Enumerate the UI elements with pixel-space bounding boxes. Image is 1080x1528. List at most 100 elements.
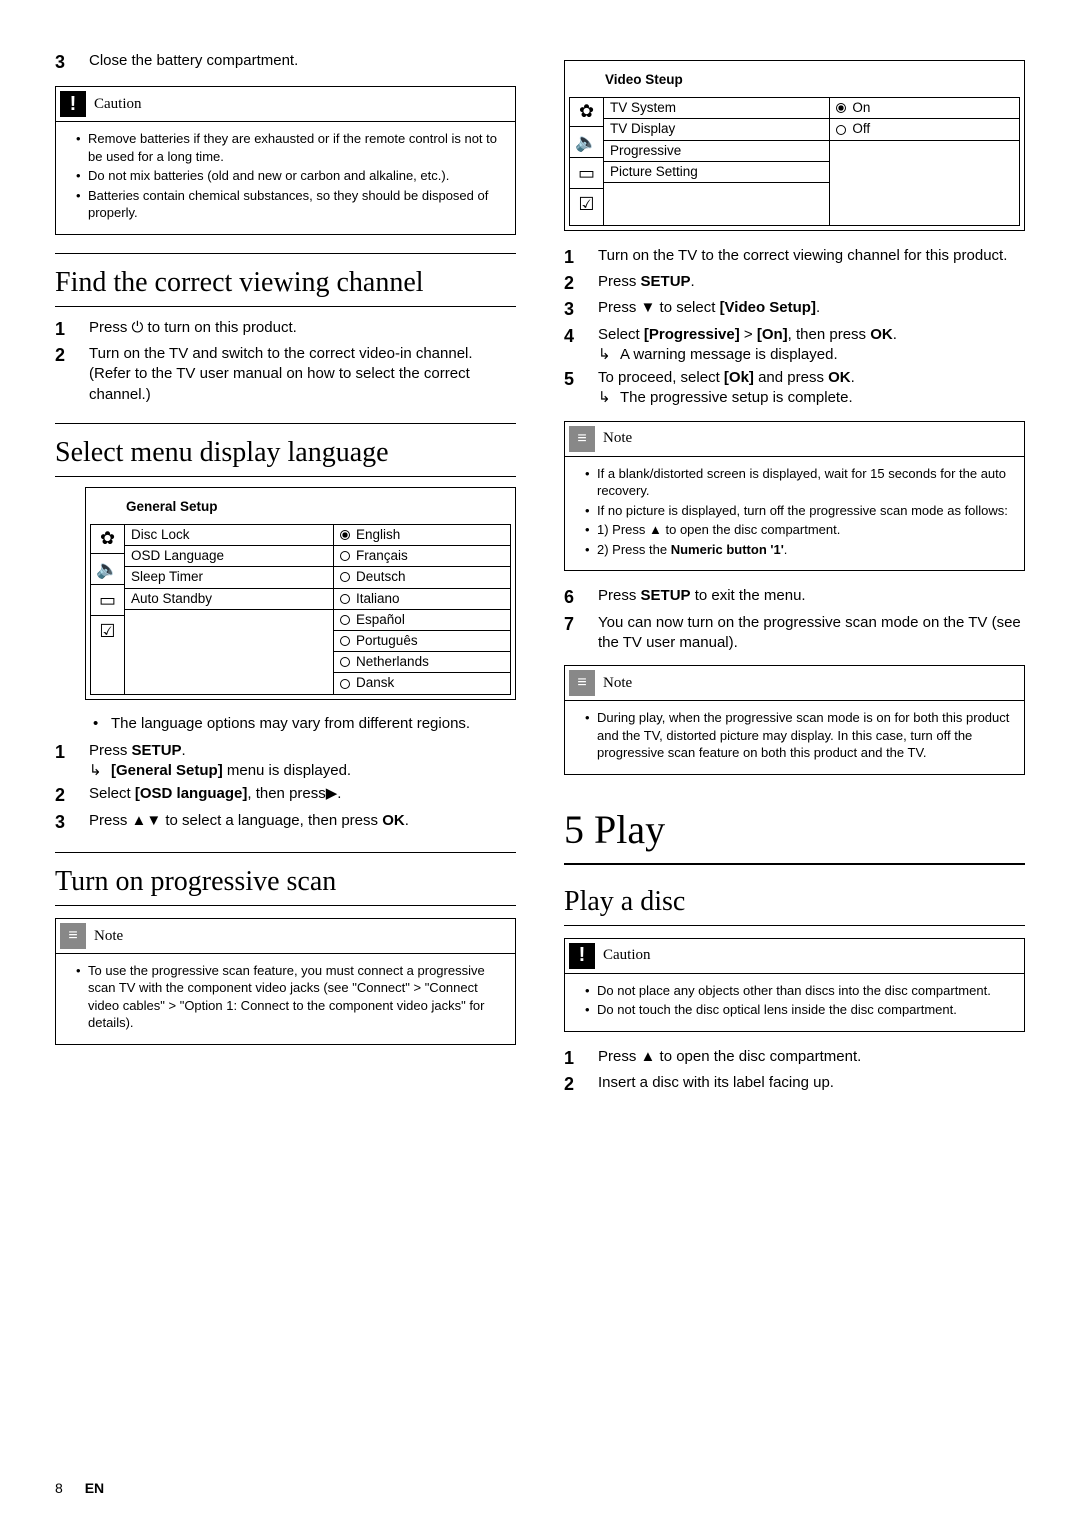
page-footer: 8 EN: [55, 1479, 104, 1498]
note-box-distorted: ≡ Note During play, when the progressive…: [564, 665, 1025, 775]
check-icon: ☑: [99, 622, 115, 640]
rect-icon: ▭: [578, 164, 595, 182]
step-number: 2: [564, 271, 598, 295]
text-frag: .: [893, 326, 897, 343]
osd-left-item: Auto Standby: [125, 589, 333, 610]
chapter-play: 5 Play: [564, 803, 1025, 865]
text-bold: [OSD language]: [135, 785, 248, 802]
osd-general-setup: General Setup ✿ 🔈 ▭ ☑ Disc Lock OSD Lang…: [85, 487, 516, 700]
step: 1 Press SETUP. [General Setup] menu is d…: [55, 740, 516, 782]
step-text: To proceed, select [Ok] and press OK. Th…: [598, 367, 1025, 409]
note-label: Note: [603, 428, 632, 448]
radio-icon: [340, 572, 350, 582]
text-bold: SETUP: [641, 587, 691, 604]
osd-right-item: Italiano: [334, 589, 510, 610]
radio-icon: [836, 125, 846, 135]
text-frag: To proceed, select: [598, 369, 724, 386]
text-bold: [Ok]: [724, 369, 754, 386]
text-frag: , then press: [788, 326, 871, 343]
step: 6 Press SETUP to exit the menu.: [564, 585, 1025, 609]
radio-icon: [340, 615, 350, 625]
caution-item: Batteries contain chemical substances, s…: [76, 187, 503, 222]
step: 2 Select [OSD language], then press▶.: [55, 783, 516, 807]
caution-icon: !: [569, 943, 595, 969]
text-bold: SETUP: [132, 742, 182, 759]
text-bold: OK: [382, 812, 405, 829]
step-text: Press SETUP.: [598, 271, 1025, 295]
step: 7 You can now turn on the progressive sc…: [564, 612, 1025, 654]
step-number: 4: [564, 324, 598, 366]
osd-right-item: Off: [830, 119, 1019, 140]
text-frag: Select: [89, 785, 135, 802]
text-frag: , then press▶.: [247, 785, 341, 802]
text-frag: .: [816, 299, 820, 316]
check-icon: ☑: [578, 195, 594, 213]
radio-icon: [340, 551, 350, 561]
step-number: 1: [55, 740, 89, 782]
osd-option: Off: [852, 120, 870, 138]
text-frag: Press: [598, 273, 641, 290]
step-text: You can now turn on the progressive scan…: [598, 612, 1025, 654]
text-bold: [General Setup]: [111, 762, 223, 779]
note-label: Note: [94, 926, 123, 946]
osd-icon-column: ✿ 🔈 ▭ ☑: [570, 98, 604, 224]
osd-left-item: TV System: [604, 98, 829, 119]
text-frag: Press ▲▼ to select a language, then pres…: [89, 812, 382, 829]
step-number: 2: [55, 343, 89, 405]
step-text: Press ▲▼ to select a language, then pres…: [89, 810, 516, 834]
note-item: If no picture is displayed, turn off the…: [585, 502, 1012, 520]
step-number: 5: [564, 367, 598, 409]
osd-left-item: Picture Setting: [604, 162, 829, 183]
sub-step: [General Setup] menu is displayed.: [89, 761, 516, 781]
osd-left-item: OSD Language: [125, 546, 333, 567]
caution-item: Do not touch the disc optical lens insid…: [585, 1001, 1012, 1019]
caution-item: Do not mix batteries (old and new or car…: [76, 167, 503, 185]
step-number: 1: [564, 245, 598, 269]
text-bold: OK: [870, 326, 893, 343]
note-item: To use the progressive scan feature, you…: [76, 962, 503, 1032]
radio-selected-icon: [340, 530, 350, 540]
sub-step: The progressive setup is complete.: [598, 388, 1025, 408]
osd-option: Español: [356, 611, 405, 629]
step: 2 Insert a disc with its label facing up…: [564, 1072, 1025, 1096]
note-box-blank-screen: ≡ Note If a blank/distorted screen is di…: [564, 421, 1025, 572]
page-number: 8: [55, 1480, 63, 1496]
osd-option: Português: [356, 632, 418, 650]
step-number: 3: [55, 810, 89, 834]
rect-icon: ▭: [99, 591, 116, 609]
text-bold: Numeric button '1': [671, 542, 784, 557]
sub-step: A warning message is displayed.: [598, 345, 1025, 365]
step-text: Press SETUP. [General Setup] menu is dis…: [89, 740, 516, 782]
text-frag: to exit the menu.: [691, 587, 806, 604]
note-bullet: The language options may vary from diffe…: [89, 714, 516, 734]
osd-icon-column: ✿ 🔈 ▭ ☑: [91, 525, 125, 694]
step-text: Press SETUP to exit the menu.: [598, 585, 1025, 609]
step: 5 To proceed, select [Ok] and press OK. …: [564, 367, 1025, 409]
radio-selected-icon: [836, 103, 846, 113]
note-icon: ≡: [569, 426, 595, 452]
osd-title: General Setup: [90, 492, 511, 524]
page-lang: EN: [85, 1480, 104, 1496]
caution-box-batteries: ! Caution Remove batteries if they are e…: [55, 86, 516, 235]
osd-right-item: Netherlands: [334, 652, 510, 673]
step: 1 Press ⏻ to turn on this product.: [55, 317, 516, 341]
note-item: 2) Press the Numeric button '1'.: [585, 541, 1012, 559]
text-frag: .: [691, 273, 695, 290]
osd-right-item: Español: [334, 610, 510, 631]
osd-right-item: Deutsch: [334, 567, 510, 588]
gear-icon: ✿: [100, 529, 115, 547]
step-number: 7: [564, 612, 598, 654]
osd-left-item: Sleep Timer: [125, 567, 333, 588]
text-frag: Press ▼ to select: [598, 299, 720, 316]
text-frag: >: [740, 326, 757, 343]
note-icon: ≡: [60, 923, 86, 949]
osd-option: Netherlands: [356, 653, 429, 671]
osd-right-item: On: [830, 98, 1019, 119]
step-text: Press ⏻ to turn on this product.: [89, 317, 516, 341]
osd-video-setup: Video Steup ✿ 🔈 ▭ ☑ TV System TV Display…: [564, 60, 1025, 231]
section-progressive-scan: Turn on progressive scan: [55, 852, 516, 906]
step-text: Select [OSD language], then press▶.: [89, 783, 516, 807]
step: 2 Press SETUP.: [564, 271, 1025, 295]
step-text: Press ▼ to select [Video Setup].: [598, 297, 1025, 321]
caution-item: Do not place any objects other than disc…: [585, 982, 1012, 1000]
